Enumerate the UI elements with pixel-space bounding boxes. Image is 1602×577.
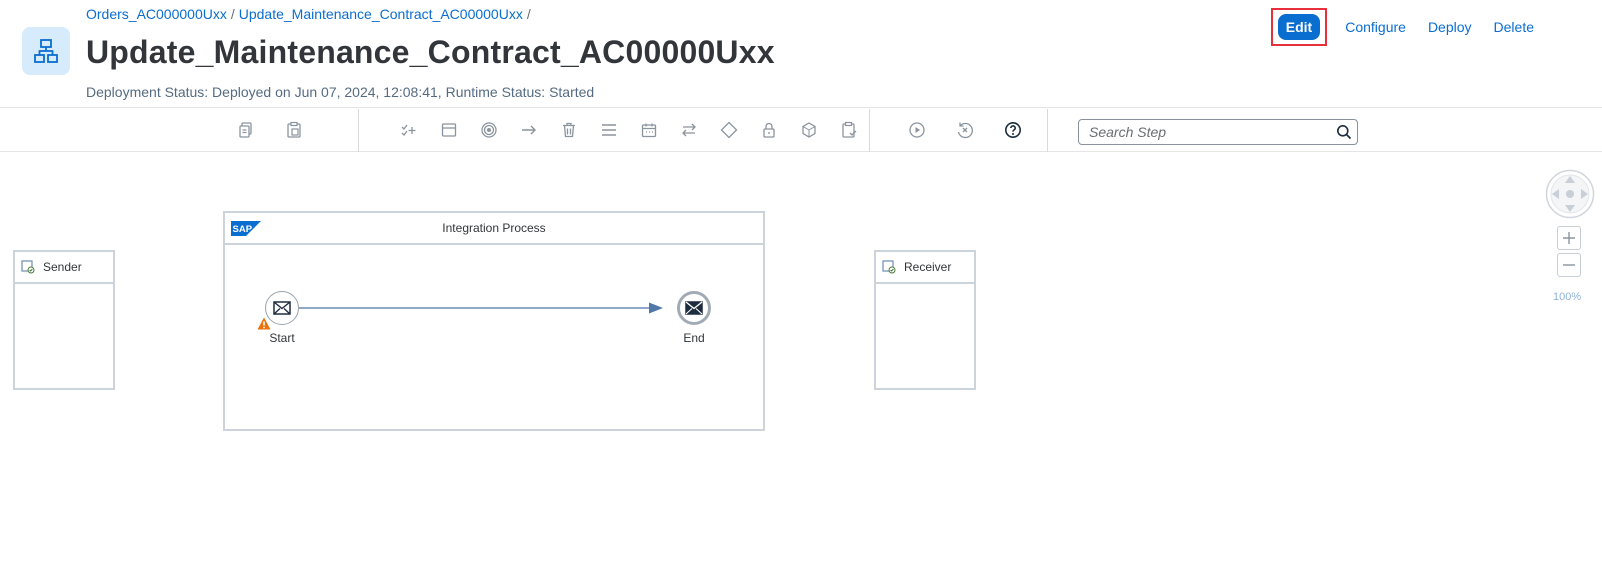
validation-add-icon[interactable]	[398, 119, 420, 141]
pan-navigation-control[interactable]	[1545, 169, 1595, 219]
zoom-out-button[interactable]	[1557, 253, 1581, 277]
search-icon[interactable]	[1331, 120, 1357, 144]
hierarchy-icon	[22, 27, 70, 75]
edit-button[interactable]: Edit	[1277, 14, 1321, 40]
play-icon[interactable]	[906, 119, 928, 141]
page-header: Orders_AC000000Uxx / Update_Maintenance_…	[0, 0, 1602, 108]
clipboard-check-icon[interactable]	[838, 119, 860, 141]
participant-icon	[882, 260, 896, 274]
menu-icon[interactable]	[598, 119, 620, 141]
copy-icon[interactable]	[235, 119, 257, 141]
deployment-status-text: Deployment Status: Deployed on Jun 07, 2…	[86, 84, 595, 100]
exchange-icon[interactable]	[678, 119, 700, 141]
receiver-header: Receiver	[876, 252, 974, 284]
warning-icon[interactable]	[257, 317, 271, 330]
breadcrumb-link-orders[interactable]: Orders_AC000000Uxx	[86, 6, 227, 22]
integration-process-pool[interactable]: SAP Integration Process Start End	[223, 211, 765, 431]
process-canvas[interactable]: Sender SAP Integration Process Start End…	[0, 152, 1602, 577]
service-icon[interactable]	[798, 119, 820, 141]
participant-icon	[21, 260, 35, 274]
start-event-label: Start	[269, 331, 295, 345]
sender-label: Sender	[43, 260, 82, 274]
toolbar-separator	[869, 109, 870, 152]
integration-process-header: SAP Integration Process	[225, 213, 763, 245]
gateway-icon[interactable]	[718, 119, 740, 141]
receiver-label: Receiver	[904, 260, 952, 274]
breadcrumb: Orders_AC000000Uxx / Update_Maintenance_…	[86, 6, 531, 22]
envelope-icon	[273, 301, 291, 315]
integration-process-title: Integration Process	[442, 221, 546, 235]
toolbar-separator	[1047, 109, 1048, 152]
event-icon[interactable]	[478, 119, 500, 141]
search-step-field[interactable]	[1078, 119, 1358, 145]
page-title: Update_Maintenance_Contract_AC00000Uxx	[86, 34, 775, 70]
zoom-in-button[interactable]	[1557, 226, 1581, 250]
delete-icon[interactable]	[558, 119, 580, 141]
breadcrumb-link-iflow[interactable]: Update_Maintenance_Contract_AC00000Uxx	[239, 6, 523, 22]
sender-participant[interactable]: Sender	[13, 250, 115, 390]
end-event-label: End	[683, 331, 705, 345]
configure-button[interactable]: Configure	[1341, 13, 1410, 41]
envelope-icon	[685, 301, 703, 315]
zoom-level-text: 100%	[1553, 291, 1582, 303]
toolbar-separator	[358, 109, 359, 152]
help-icon[interactable]	[1002, 119, 1024, 141]
minus-icon	[1563, 264, 1575, 266]
breadcrumb-separator: /	[526, 6, 531, 22]
delete-button[interactable]: Delete	[1490, 13, 1538, 41]
receiver-participant[interactable]: Receiver	[874, 250, 976, 390]
paste-icon[interactable]	[283, 119, 305, 141]
end-event[interactable]	[677, 291, 711, 325]
sender-header: Sender	[15, 252, 113, 284]
plus-icon	[1563, 232, 1575, 244]
deploy-button[interactable]: Deploy	[1424, 13, 1476, 41]
lock-icon[interactable]	[758, 119, 780, 141]
search-input[interactable]	[1079, 121, 1331, 143]
palette-toolbar	[0, 109, 1602, 152]
deployment-status: Deployment Status: Deployed on Jun 07, 2…	[86, 84, 594, 100]
header-actions: Edit Configure Deploy Delete	[1270, 8, 1538, 46]
sequence-flow-arrow[interactable]	[299, 301, 663, 315]
breadcrumb-separator: /	[230, 6, 235, 22]
reset-icon[interactable]	[954, 119, 976, 141]
call-icon[interactable]	[438, 119, 460, 141]
mapping-arrow-icon[interactable]	[518, 119, 540, 141]
edit-button-highlight: Edit	[1270, 8, 1328, 46]
calendar-icon[interactable]	[638, 119, 660, 141]
